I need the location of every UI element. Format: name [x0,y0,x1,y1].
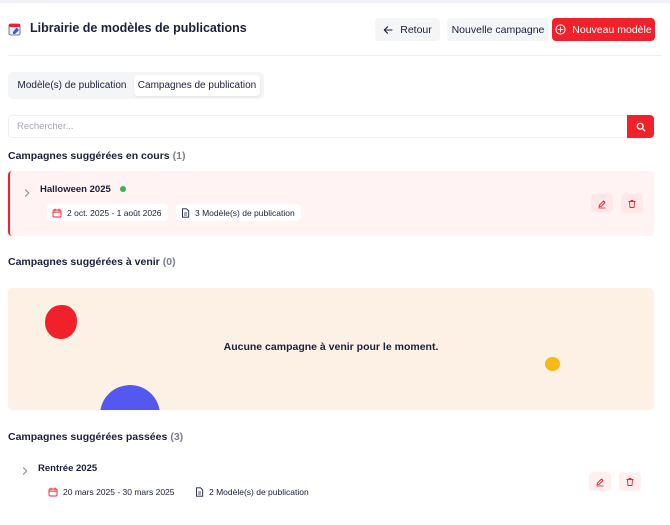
delete-button[interactable] [621,194,643,213]
status-dot [120,186,126,192]
search-input[interactable] [8,115,627,138]
pencil-icon [598,200,606,208]
section-title-upcoming-text: Campagnes suggérées à venir [8,256,160,268]
section-title-current: Campagnes suggérées en cours (1) [8,150,186,162]
tab-templates[interactable]: Modèle(s) de publication [12,75,132,96]
page-header: Librairie de modèles de publications Ret… [8,16,662,44]
plus-circle-icon [555,24,566,35]
document-icon [182,207,190,218]
campaign-template-count-text: 3 Modèle(s) de publication [195,207,295,218]
search-icon [636,122,645,131]
campaign-name: Rentrée 2025 [38,463,98,474]
pencil-icon [596,478,604,486]
chevron-right-icon[interactable] [20,466,30,476]
search-button[interactable] [627,115,654,138]
back-button-label: Retour [400,23,432,36]
empty-state: Aucune campagne à venir pour le moment. [8,288,654,410]
calendar-icon [48,487,58,496]
header-divider [8,55,662,56]
decorative-blob-red [45,305,77,339]
tab-bar: Modèle(s) de publication Campagnes de pu… [8,72,264,99]
document-icon [196,486,204,497]
trash-icon [626,477,634,486]
campaign-card[interactable]: Halloween 2025 2 oct. 2025 - 1 août 2026… [8,171,654,236]
chevron-right-icon[interactable] [22,188,32,198]
section-count-upcoming: (0) [162,256,176,268]
trash-icon [628,199,636,208]
section-title-past-text: Campagnes suggérées passées [8,431,168,443]
campaign-template-count-text: 2 Modèle(s) de publication [209,486,309,497]
back-button[interactable]: Retour [375,18,440,41]
campaign-template-count: 3 Modèle(s) de publication [176,204,301,221]
section-title-past: Campagnes suggérées passées (3) [8,431,183,443]
new-template-button-label: Nouveau modèle [572,23,652,36]
arrow-left-icon [383,25,393,34]
campaign-dates: 20 mars 2025 - 30 mars 2025 [43,483,181,500]
section-count-current: (1) [172,150,186,162]
top-border [0,0,670,3]
edit-button[interactable] [591,194,613,213]
new-campaign-button[interactable]: Nouvelle campagne [447,18,549,41]
section-title-current-text: Campagnes suggérées en cours [8,150,170,162]
campaign-dates: 2 oct. 2025 - 1 août 2026 [47,204,168,221]
tab-campaigns[interactable]: Campagnes de publication [134,75,260,96]
campaign-card[interactable]: Rentrée 2025 20 mars 2025 - 30 mars 2025… [8,455,654,510]
delete-button[interactable] [619,472,641,491]
empty-state-message: Aucune campagne à venir pour le moment. [223,341,439,353]
campaign-name: Halloween 2025 [40,184,111,195]
decorative-blob-yellow [545,357,560,371]
edit-button[interactable] [589,472,611,491]
calendar-icon [52,208,62,217]
section-title-upcoming: Campagnes suggérées à venir (0) [8,256,176,268]
page-title: Librairie de modèles de publications [30,21,247,35]
section-count-past: (3) [170,431,184,443]
new-template-button[interactable]: Nouveau modèle [552,18,655,41]
campaign-dates-text: 20 mars 2025 - 30 mars 2025 [63,486,175,497]
decorative-blob-blue [100,385,160,410]
new-campaign-button-label: Nouvelle campagne [451,23,545,36]
campaign-template-count: 2 Modèle(s) de publication [190,483,315,500]
campaign-dates-text: 2 oct. 2025 - 1 août 2026 [67,207,162,218]
book-icon [8,22,22,36]
